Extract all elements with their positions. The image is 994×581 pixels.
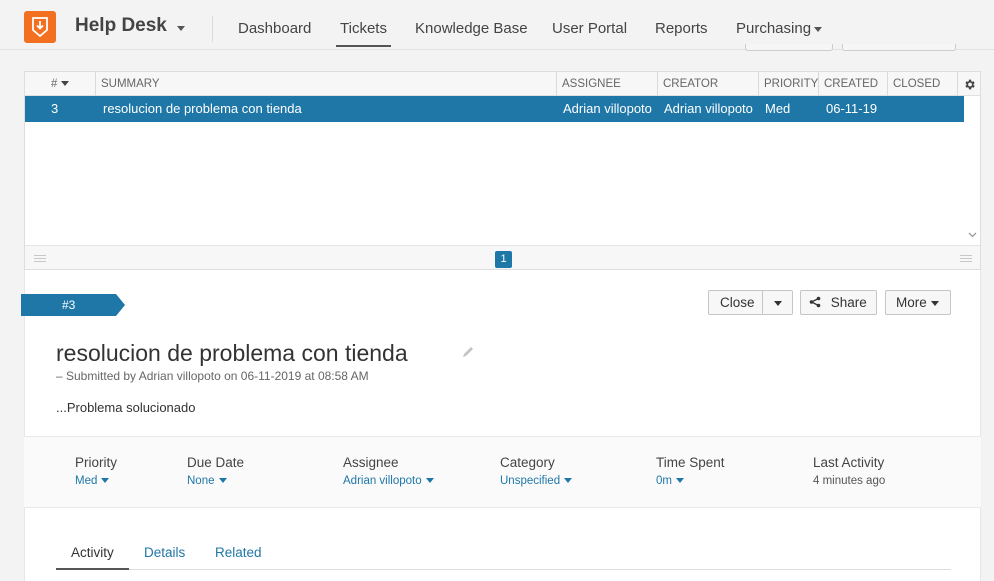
column-header-priority[interactable]: PRIORITY	[759, 72, 819, 96]
table-scrollbar[interactable]	[965, 96, 980, 246]
ticket-detail-panel	[24, 270, 981, 581]
chevron-down-icon	[814, 26, 823, 32]
due-date-label: Due Date	[187, 455, 245, 470]
close-options-dropdown[interactable]	[774, 291, 782, 314]
category-label: Category	[500, 455, 555, 470]
due-date-value: None	[187, 475, 215, 487]
share-label: Share	[830, 295, 867, 310]
assignee-value: Adrian villopoto	[343, 475, 422, 487]
nav-tickets[interactable]: Tickets	[336, 20, 391, 47]
chevron-down-icon	[218, 478, 227, 484]
gear-icon	[964, 79, 975, 89]
cell-id: 3	[51, 101, 59, 116]
toolbar-button-partial[interactable]	[842, 44, 956, 51]
column-header-summary[interactable]: SUMMARY	[96, 72, 557, 96]
share-button[interactable]: Share	[800, 290, 877, 315]
ticket-title[interactable]: resolucion de problema con tienda	[56, 340, 408, 367]
priority-value: Med	[75, 475, 98, 487]
top-navbar: Help Desk Dashboard Tickets Knowledge Ba…	[0, 0, 994, 50]
more-button[interactable]: More	[885, 290, 951, 315]
cell-assignee: Adrian villopoto	[563, 101, 652, 116]
table-row[interactable]: 3 resolucion de problema con tienda Adri…	[25, 96, 964, 122]
category-dropdown[interactable]: Unspecified	[500, 475, 573, 487]
nav-reports[interactable]: Reports	[655, 20, 708, 37]
tab-activity[interactable]: Activity	[56, 545, 129, 570]
nav-purchasing-label: Purchasing	[736, 20, 812, 37]
assignee-label: Assignee	[343, 455, 399, 470]
due-date-dropdown[interactable]: None	[187, 475, 227, 487]
cell-creator: Adrian villopoto	[664, 101, 753, 116]
more-label: More	[896, 295, 927, 310]
column-settings-button[interactable]	[958, 72, 980, 96]
priority-dropdown[interactable]: Med	[75, 475, 110, 487]
chevron-down-icon	[675, 478, 684, 484]
nav-purchasing[interactable]: Purchasing	[736, 20, 823, 37]
chevron-down-icon	[930, 300, 939, 306]
ticket-description: ...Problema solucionado	[56, 400, 196, 415]
ticket-number-badge: #3	[21, 294, 125, 316]
tickets-table: # SUMMARY ASSIGNEE CREATOR PRIORITY CREA…	[24, 71, 981, 270]
submitted-info: – Submitted by Adrian villopoto on 06-11…	[56, 369, 369, 383]
close-button-group: Close	[708, 290, 793, 315]
column-header-id[interactable]: #	[25, 72, 96, 96]
nav-dashboard[interactable]: Dashboard	[238, 20, 311, 37]
nav-divider	[212, 16, 213, 42]
chevron-down-icon	[425, 478, 434, 484]
app-switcher-caret-icon[interactable]	[177, 26, 185, 31]
assignee-dropdown[interactable]: Adrian villopoto	[343, 475, 434, 487]
time-spent-value: 0m	[656, 475, 672, 487]
column-header-creator[interactable]: CREATOR	[658, 72, 759, 96]
scroll-down-icon[interactable]	[968, 232, 977, 238]
last-activity-label: Last Activity	[813, 455, 885, 470]
time-spent-dropdown[interactable]: 0m	[656, 475, 684, 487]
chevron-down-icon	[774, 300, 782, 306]
app-title[interactable]: Help Desk	[75, 15, 167, 37]
button-divider	[762, 291, 763, 314]
pagination-bar: 1	[25, 245, 980, 269]
pencil-icon[interactable]	[461, 345, 475, 359]
cell-summary: resolucion de problema con tienda	[103, 101, 302, 116]
tab-related[interactable]: Related	[215, 545, 262, 560]
column-header-created[interactable]: CREATED	[819, 72, 888, 96]
time-spent-label: Time Spent	[656, 455, 725, 470]
nav-knowledge-base[interactable]: Knowledge Base	[415, 20, 528, 37]
close-button[interactable]: Close	[720, 291, 755, 314]
table-header: # SUMMARY ASSIGNEE CREATOR PRIORITY CREA…	[25, 72, 980, 96]
priority-label: Priority	[75, 455, 118, 470]
column-header-closed[interactable]: CLOSED	[888, 72, 958, 96]
page-button-current[interactable]: 1	[495, 251, 512, 268]
last-activity-value: 4 minutes ago	[813, 475, 886, 487]
chevron-down-icon	[101, 478, 110, 484]
chevron-down-icon	[564, 478, 573, 484]
inbox-download-icon	[32, 17, 48, 37]
category-value: Unspecified	[500, 475, 561, 487]
sort-desc-icon	[61, 81, 70, 87]
ticket-properties-bar: Priority Med Due Date None Assignee Adri…	[24, 436, 981, 508]
share-icon	[809, 296, 821, 308]
column-header-assignee[interactable]: ASSIGNEE	[557, 72, 658, 96]
nav-user-portal[interactable]: User Portal	[552, 20, 627, 37]
cell-created: 06-11-19	[826, 101, 878, 116]
cell-priority: Med	[765, 101, 791, 116]
app-logo[interactable]	[24, 11, 56, 43]
toolbar-button-partial[interactable]	[745, 44, 833, 51]
resize-handle-icon[interactable]	[34, 255, 46, 264]
tabs-divider	[56, 569, 951, 570]
resize-handle-icon[interactable]	[960, 255, 972, 264]
column-header-label: #	[51, 78, 58, 90]
tab-details[interactable]: Details	[144, 545, 185, 560]
